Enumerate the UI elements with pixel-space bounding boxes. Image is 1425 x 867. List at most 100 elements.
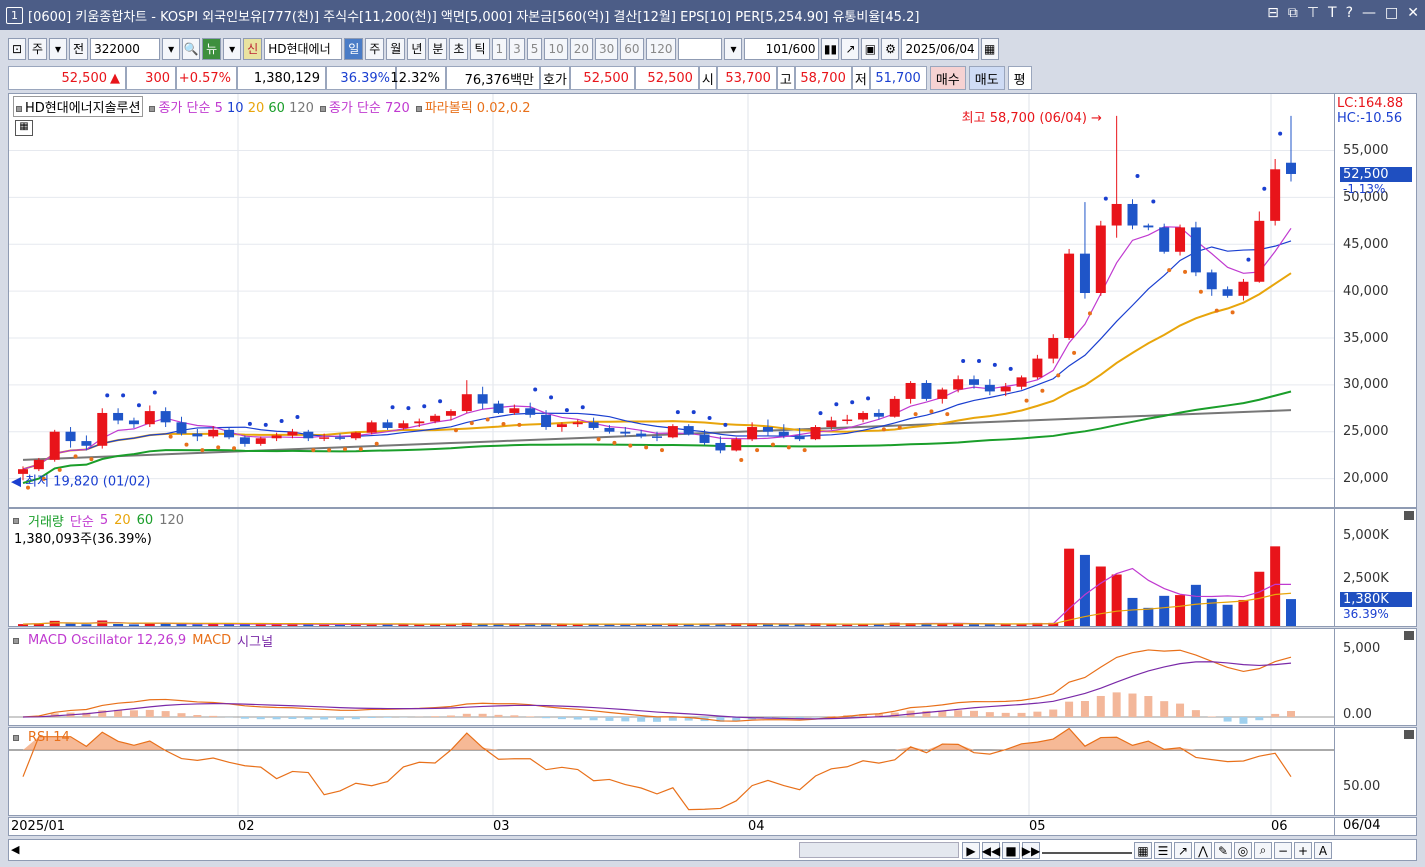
data-count[interactable]: 101/600 — [744, 37, 820, 60]
save-icon[interactable]: ▣ — [861, 37, 880, 60]
sell-button[interactable]: 매도 — [968, 66, 1005, 90]
font-icon[interactable]: T — [1328, 5, 1337, 21]
ma720-legend[interactable]: 종가 단순 720 — [319, 97, 410, 116]
play-icon[interactable]: ▶ — [962, 842, 980, 859]
gear-icon[interactable]: ⚙ — [881, 37, 900, 60]
macd-panel[interactable]: MACD Oscillator 12,26,9 MACD 시그널 — [8, 628, 1335, 726]
minute-10[interactable]: 10 — [544, 37, 568, 60]
parabolic-dot — [1087, 311, 1092, 316]
news-dropdown-icon[interactable]: ▾ — [223, 37, 242, 60]
interval-week[interactable]: 주 — [365, 37, 385, 60]
cascade-icon[interactable]: ⧉ — [1288, 5, 1298, 21]
scroll-thumb[interactable] — [799, 842, 959, 858]
trendline-icon[interactable]: ↗ — [841, 37, 860, 60]
code-dropdown-icon[interactable]: ▾ — [162, 37, 181, 60]
volume-bar — [81, 624, 92, 626]
parabolic-dot — [311, 448, 316, 453]
maximize-icon[interactable]: □ — [1385, 5, 1398, 21]
volume-panel[interactable]: 거래량 단순 5 20 60 120 1,380,093주(36.39%) — [8, 508, 1335, 627]
minute-3[interactable]: 3 — [509, 37, 525, 60]
rewind-icon[interactable]: ◀◀ — [982, 842, 1000, 859]
news-button[interactable]: 뉴 — [202, 37, 222, 60]
parabolic-dot — [1183, 269, 1188, 274]
candle-body — [33, 459, 44, 470]
camera-icon[interactable]: ◎ — [1234, 842, 1252, 859]
parabolic-dot — [1198, 289, 1203, 294]
chart-settings-icon[interactable]: ▮▮ — [821, 37, 840, 60]
candle-body — [889, 398, 900, 417]
avg-button[interactable]: 평 — [1007, 66, 1032, 90]
zoom-in-icon[interactable]: + — [1294, 842, 1312, 859]
buy-button[interactable]: 매수 — [929, 66, 966, 90]
current-price: 52,500 ▲ — [8, 66, 126, 90]
candle-body — [683, 426, 694, 435]
bottom-scrollbar[interactable]: ◀ ▶ ◀◀ ■ ▶▶ ▦ ☰ ↗ ⋀ ✎ ◎ ⌕ − + A — [8, 839, 1417, 861]
stock-legend[interactable]: HD현대에너지솔루션 — [13, 96, 144, 117]
stop-icon[interactable]: ■ — [1002, 842, 1020, 859]
prev-button[interactable]: 전 — [69, 37, 89, 60]
forward-icon[interactable]: ▶▶ — [1022, 842, 1040, 859]
macd-oscillator-bar — [589, 717, 598, 721]
zoom-out-icon[interactable]: − — [1274, 842, 1292, 859]
interval-minute[interactable]: 분 — [428, 37, 448, 60]
scroll-left-icon[interactable]: ◀ — [11, 843, 19, 856]
price-change: 300 — [126, 66, 176, 90]
chart-line-icon[interactable]: ↗ — [1174, 842, 1192, 859]
date-input[interactable]: 2025/06/04 — [901, 37, 979, 60]
interval-tick[interactable]: 틱 — [470, 37, 490, 60]
interval-second[interactable]: 초 — [449, 37, 469, 60]
close-icon[interactable]: ✕ — [1407, 5, 1419, 21]
price-panel[interactable]: 최고 58,700 (06/04) → ◀ 최저 19,820 (01/02) H… — [8, 93, 1335, 508]
macd-oscillator-bar — [621, 717, 630, 722]
zoom-slider[interactable] — [1042, 842, 1132, 854]
grid-icon[interactable]: ▦ — [1134, 842, 1152, 859]
macd-oscillator-bar — [668, 717, 677, 721]
parabolic-dot — [897, 425, 902, 430]
rsi-chart[interactable] — [9, 728, 1335, 816]
minute-120[interactable]: 120 — [645, 37, 677, 60]
magnify-icon[interactable]: ⌕ — [1254, 842, 1272, 859]
volume-ma20: 20 — [114, 513, 131, 528]
search-icon[interactable]: 🔍 — [182, 37, 201, 60]
minute-1[interactable]: 1 — [491, 37, 508, 60]
help-icon[interactable]: ? — [1346, 5, 1353, 21]
auto-icon[interactable]: A — [1314, 842, 1332, 859]
minute-60[interactable]: 60 — [620, 37, 644, 60]
period-type-select[interactable]: 주 — [28, 37, 48, 60]
macd-oscillator-bar — [1080, 701, 1089, 717]
minute-5[interactable]: 5 — [526, 37, 543, 60]
chart-type-icon[interactable]: ⊡ — [8, 37, 26, 60]
new-listing-badge[interactable]: 신 — [243, 37, 263, 60]
interval-month[interactable]: 월 — [386, 37, 406, 60]
volume-chart[interactable] — [9, 509, 1335, 627]
candle-body — [1190, 227, 1201, 273]
panel-menu-icon[interactable] — [1404, 730, 1414, 739]
chevron-down-icon[interactable]: ▾ — [49, 37, 68, 60]
table-view-icon[interactable]: ▦ — [15, 120, 33, 136]
parabolic-legend[interactable]: 파라볼릭 0.02,0.2 — [415, 97, 531, 116]
minute-20[interactable]: 20 — [569, 37, 593, 60]
stock-code-input[interactable]: 322000 — [90, 37, 161, 60]
parabolic-dot — [453, 428, 458, 433]
candle-body — [1127, 203, 1138, 226]
draw-icon[interactable]: ✎ — [1214, 842, 1232, 859]
pin-icon[interactable]: ⊤ — [1307, 5, 1319, 21]
custom-interval-dropdown-icon[interactable]: ▾ — [724, 37, 743, 60]
stock-name-field[interactable]: HD현대에너 — [264, 37, 343, 60]
minute-30[interactable]: 30 — [595, 37, 619, 60]
parabolic-dot — [1278, 131, 1283, 136]
layout-icon[interactable]: ⊟ — [1267, 5, 1279, 21]
compare-icon[interactable]: ⋀ — [1194, 842, 1212, 859]
rsi-panel[interactable]: RSI 14 — [8, 727, 1335, 816]
price-chart[interactable]: 최고 58,700 (06/04) → ◀ 최저 19,820 (01/02) — [9, 94, 1335, 508]
calendar-icon[interactable]: ▦ — [980, 37, 999, 60]
interval-year[interactable]: 년 — [407, 37, 427, 60]
list-icon[interactable]: ☰ — [1154, 842, 1172, 859]
interval-day[interactable]: 일 — [344, 37, 364, 60]
minimize-icon[interactable]: — — [1362, 5, 1376, 21]
panel-menu-icon[interactable] — [1404, 511, 1414, 520]
volume-bar — [113, 623, 124, 626]
custom-interval-input[interactable] — [678, 37, 723, 60]
panel-menu-icon[interactable] — [1404, 631, 1414, 640]
ma-legend[interactable]: 종가 단순 5 10 20 60 120 — [149, 97, 314, 116]
